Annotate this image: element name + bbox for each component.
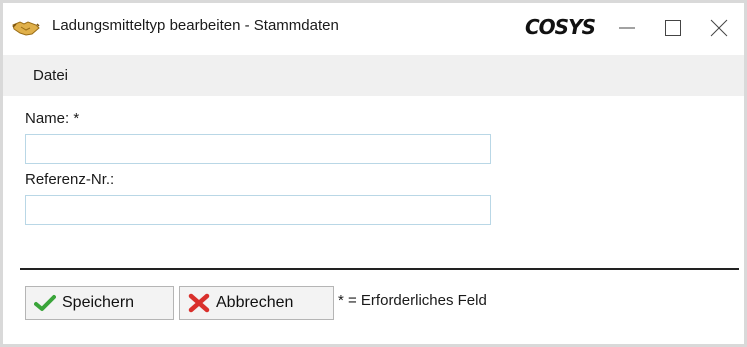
reference-input[interactable] [25, 195, 491, 225]
cancel-button[interactable]: Abbrechen [179, 286, 334, 320]
save-button-label: Speichern [62, 294, 135, 311]
dialog-window: Ladungsmitteltyp bearbeiten - Stammdaten… [3, 3, 744, 344]
cross-icon [188, 293, 210, 313]
cancel-button-label: Abbrechen [216, 294, 294, 311]
close-icon [710, 19, 728, 37]
menu-bar: Datei [3, 55, 744, 96]
title-bar[interactable]: Ladungsmitteltyp bearbeiten - Stammdaten… [3, 3, 744, 51]
close-button[interactable] [695, 3, 741, 51]
minimize-button[interactable] [603, 3, 649, 51]
required-field-hint: * = Erforderliches Feld [338, 292, 487, 309]
window-title: Ladungsmitteltyp bearbeiten - Stammdaten [52, 17, 339, 34]
divider [20, 268, 739, 270]
reference-label: Referenz-Nr.: [25, 171, 115, 188]
checkmark-icon [34, 295, 56, 311]
minimize-icon [619, 27, 635, 29]
maximize-button[interactable] [649, 3, 695, 51]
name-label: Name: * [25, 110, 80, 127]
cosys-logo: COSYS [525, 15, 596, 39]
handshake-icon [12, 19, 40, 37]
menu-item-datei[interactable]: Datei [33, 67, 68, 84]
save-button[interactable]: Speichern [25, 286, 174, 320]
name-input[interactable] [25, 134, 491, 164]
maximize-icon [665, 20, 681, 36]
